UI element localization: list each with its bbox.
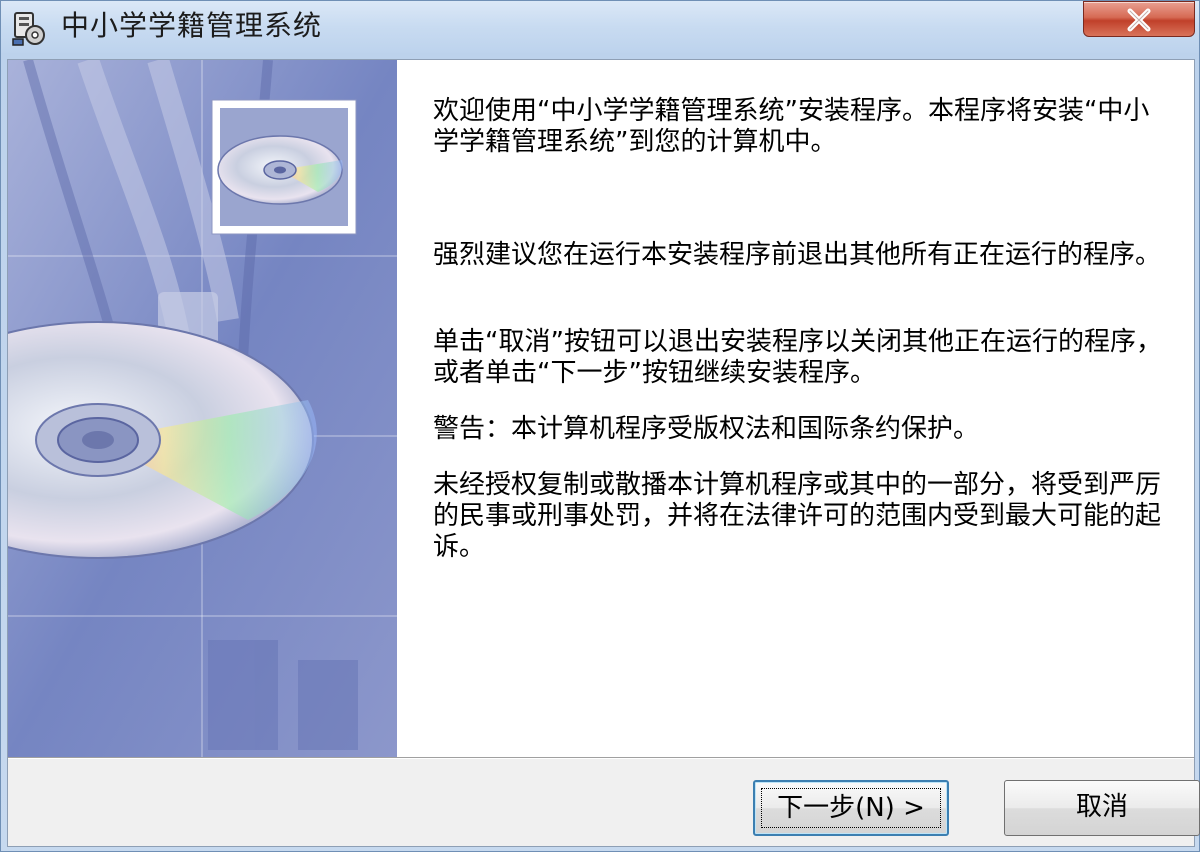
title-bar[interactable]: 中小学学籍管理系统 xyxy=(1,1,1199,53)
copyright-warning: 警告：本计算机程序受版权法和国际条约保护。 xyxy=(433,414,980,444)
cd-disc-icon xyxy=(211,99,357,235)
close-programs-paragraph: 强烈建议您在运行本安装程序前退出其他所有正在运行的程序。 xyxy=(433,240,1162,270)
setup-wizard-window: 中小学学籍管理系统 欢迎使用“中小学学籍管理系统”安装程序。本程序将安装“中小学… xyxy=(0,0,1200,852)
instructions-paragraph: 单击“取消”按钮可以退出安装程序以关闭其他正在运行的程序，或者单击“下一步”按钮… xyxy=(433,327,1162,388)
legal-notice: 未经授权复制或散播本计算机程序或其中的一部分，将受到严厉的民事或刑事处罚，并将在… xyxy=(433,470,1162,562)
close-button[interactable] xyxy=(1083,1,1195,37)
cancel-button[interactable]: 取消 xyxy=(1004,780,1200,836)
window-title: 中小学学籍管理系统 xyxy=(61,9,323,42)
cancel-button-label: 取消 xyxy=(1075,792,1128,822)
next-button-label: 下一步(N) > xyxy=(777,793,925,823)
welcome-content: 欢迎使用“中小学学籍管理系统”安装程序。本程序将安装“中小学学籍管理系统”到您的… xyxy=(397,60,1194,757)
installer-icon xyxy=(9,9,47,47)
cd-disc-artwork xyxy=(8,60,397,757)
wizard-client-area: 欢迎使用“中小学学籍管理系统”安装程序。本程序将安装“中小学学籍管理系统”到您的… xyxy=(7,59,1200,847)
next-button[interactable]: 下一步(N) > xyxy=(753,780,949,836)
button-bar-divider xyxy=(8,757,1194,759)
welcome-paragraph: 欢迎使用“中小学学籍管理系统”安装程序。本程序将安装“中小学学籍管理系统”到您的… xyxy=(433,96,1150,157)
close-icon xyxy=(1127,8,1151,32)
